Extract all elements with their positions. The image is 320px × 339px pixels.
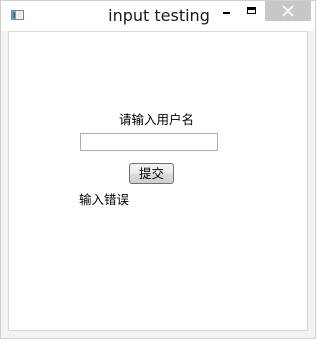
submit-button[interactable]: 提交 — [129, 163, 174, 184]
username-input[interactable] — [80, 133, 218, 151]
client-area: 请输入用户名 提交 输入错误 — [8, 31, 308, 331]
close-button[interactable] — [265, 1, 311, 21]
minimize-button[interactable] — [215, 1, 237, 23]
username-prompt-label: 请输入用户名 — [119, 112, 195, 127]
app-window: input testing 请输入用户名 提交 输入错误 — [0, 0, 316, 339]
error-message: 输入错误 — [79, 192, 130, 207]
maximize-button[interactable] — [240, 1, 262, 23]
title-bar[interactable]: input testing — [1, 1, 315, 31]
close-icon — [282, 5, 294, 17]
maximize-icon — [247, 7, 256, 14]
minimize-icon — [223, 12, 230, 14]
